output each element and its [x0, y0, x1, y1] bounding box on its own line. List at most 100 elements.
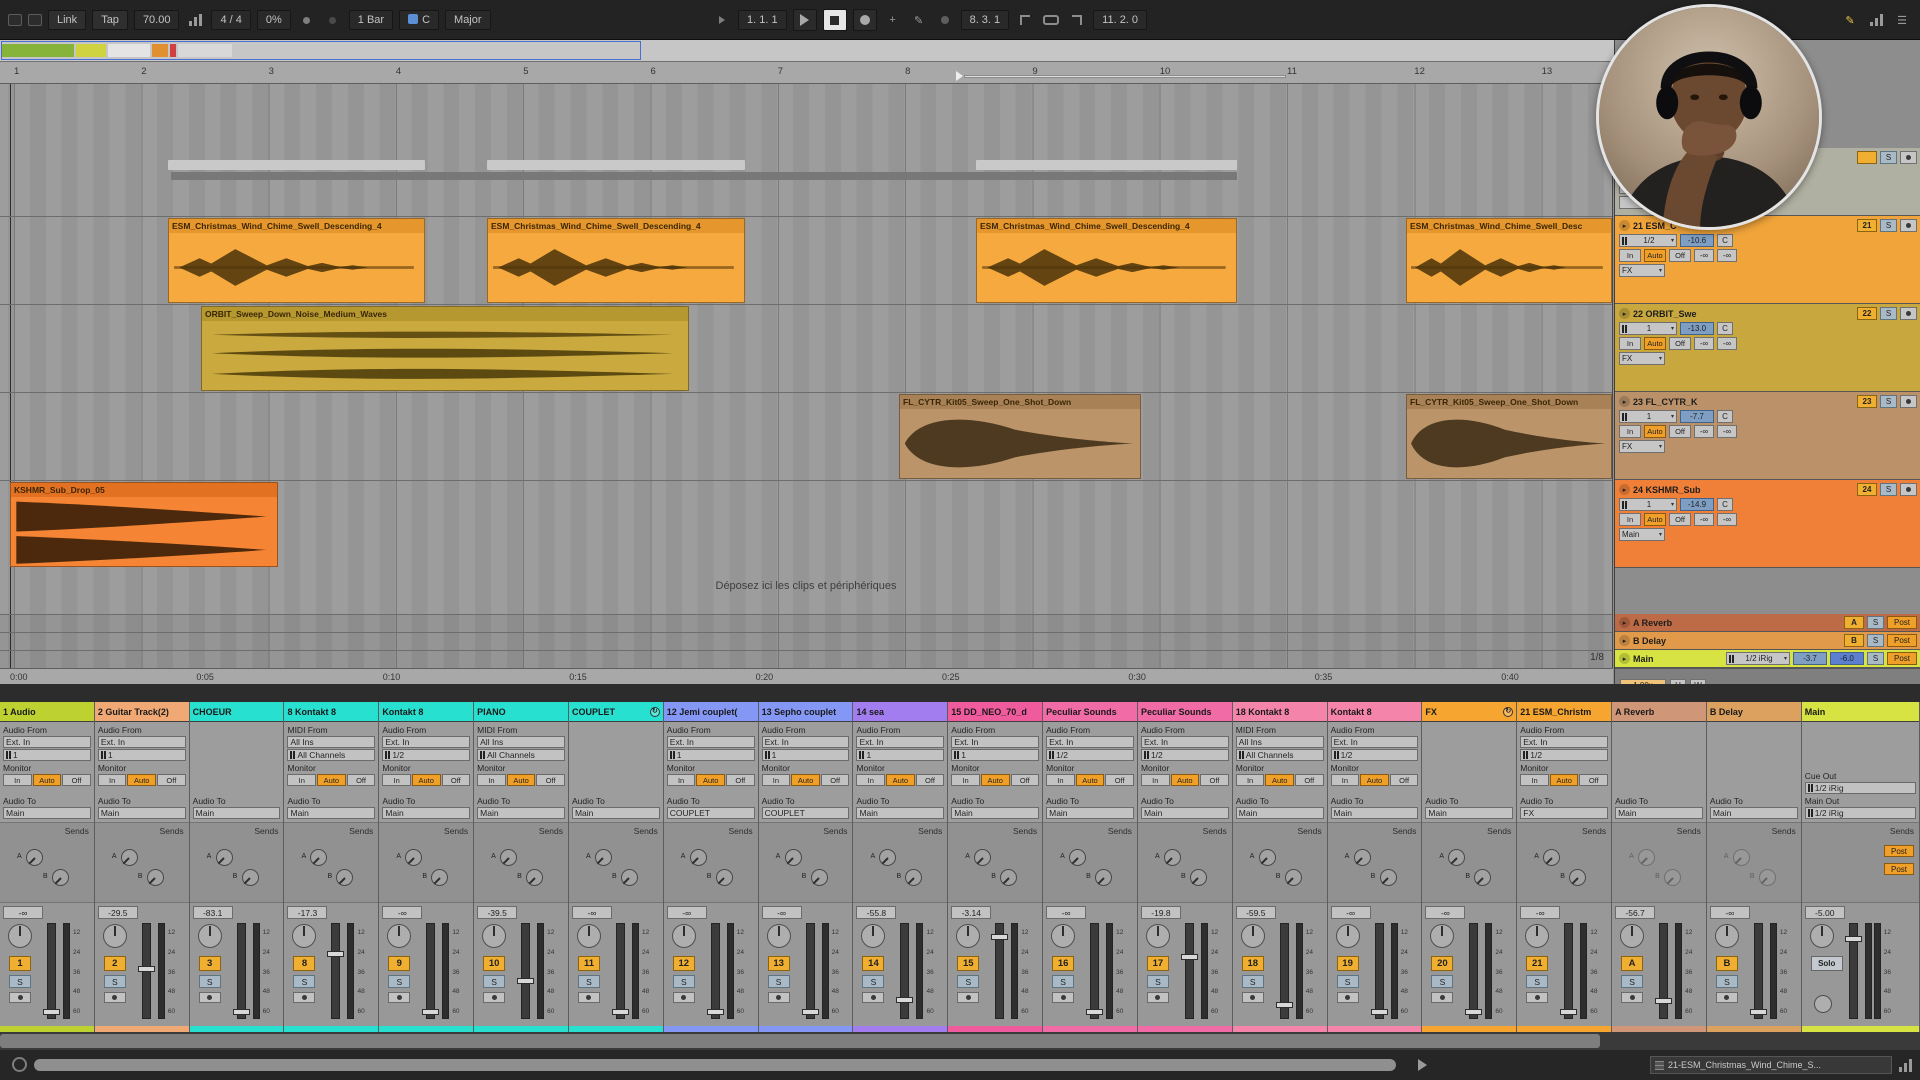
- send-a-knob[interactable]: A: [595, 849, 612, 866]
- track-activator-button[interactable]: A: [1621, 956, 1643, 971]
- solo-button[interactable]: S: [1880, 395, 1897, 408]
- main-track-header[interactable]: ▸Main1/2 iRig▾-3.7-6.0SPost: [1615, 650, 1920, 668]
- output-select[interactable]: Main: [856, 807, 944, 819]
- track-name-bar[interactable]: 14 sea: [853, 702, 947, 722]
- beat-time-ruler[interactable]: 12345678910111213: [0, 62, 1613, 84]
- monitor-off-button[interactable]: Off: [1669, 249, 1691, 262]
- collapsed-clip-segment[interactable]: [171, 172, 1237, 180]
- preview-play-icon[interactable]: [1418, 1059, 1427, 1071]
- track-lane[interactable]: ORBIT_Sweep_Down_Noise_Medium_Waves: [0, 304, 1612, 392]
- pan-knob[interactable]: [672, 924, 696, 948]
- input-select[interactable]: Ext. In: [951, 736, 1039, 748]
- arm-button[interactable]: [957, 992, 979, 1003]
- main-out-select[interactable]: 1/2 iRig: [1805, 807, 1916, 819]
- input-channel-select[interactable]: 1/2: [1331, 749, 1419, 761]
- send-b-knob[interactable]: B: [1095, 869, 1112, 886]
- monitor-auto-button[interactable]: Auto: [1171, 774, 1200, 786]
- track-activator-button[interactable]: 15: [957, 956, 979, 971]
- send-a-knob[interactable]: A: [1448, 849, 1465, 866]
- scrollbar-thumb[interactable]: [0, 1034, 1600, 1048]
- output-select[interactable]: Main: [1141, 807, 1229, 819]
- solo-button[interactable]: S: [483, 975, 505, 988]
- fader-handle[interactable]: [1181, 954, 1198, 960]
- output-select[interactable]: Main: [193, 807, 281, 819]
- volume-value-field[interactable]: -83.1: [193, 906, 233, 919]
- track-name-bar[interactable]: 2 Guitar Track(2): [95, 702, 189, 722]
- loop-button[interactable]: [1041, 11, 1061, 29]
- record-button[interactable]: [853, 9, 877, 31]
- send-b-knob[interactable]: B: [621, 869, 638, 886]
- arm-button[interactable]: [1900, 395, 1917, 408]
- pan-knob[interactable]: [1051, 924, 1075, 948]
- send-b-knob[interactable]: B: [1569, 869, 1586, 886]
- fader-handle[interactable]: [1750, 1009, 1767, 1015]
- pan-knob[interactable]: [767, 924, 791, 948]
- pan-field[interactable]: C: [1717, 498, 1733, 511]
- track-name-bar[interactable]: Kontakt 8: [379, 702, 473, 722]
- post-toggle-button[interactable]: Post: [1887, 634, 1917, 647]
- monitor-in-button[interactable]: In: [1046, 774, 1075, 786]
- monitor-off-button[interactable]: Off: [536, 774, 565, 786]
- send-b-knob[interactable]: B: [1380, 869, 1397, 886]
- monitor-in-button[interactable]: In: [1331, 774, 1360, 786]
- arrangement-scrollbar-thumb[interactable]: [34, 1059, 1396, 1071]
- automation-arm-button[interactable]: ✎: [909, 11, 929, 29]
- input-select[interactable]: Ext. In: [762, 736, 850, 748]
- fader-handle[interactable]: [1086, 1009, 1103, 1015]
- input-select[interactable]: Ext. In: [382, 736, 470, 748]
- monitor-in-button[interactable]: In: [1141, 774, 1170, 786]
- arm-button[interactable]: [1431, 992, 1453, 1003]
- post-b-button[interactable]: Post: [1884, 863, 1914, 875]
- output-select[interactable]: Main: [1710, 807, 1798, 819]
- track-name-bar[interactable]: 8 Kontakt 8: [284, 702, 378, 722]
- output-select[interactable]: Main: [572, 807, 660, 819]
- arm-button[interactable]: [1900, 219, 1917, 232]
- input-select[interactable]: All Ins: [477, 736, 565, 748]
- pan-knob[interactable]: [198, 924, 222, 948]
- arm-button[interactable]: [1900, 483, 1917, 496]
- send-b-knob[interactable]: B: [716, 869, 733, 886]
- volume-fader[interactable]: [237, 923, 246, 1019]
- post-a-button[interactable]: Post: [1884, 845, 1914, 857]
- solo-button[interactable]: S: [1880, 307, 1897, 320]
- output-select[interactable]: Main: [382, 807, 470, 819]
- send-a-knob[interactable]: A: [1354, 849, 1371, 866]
- volume-value-field[interactable]: -∞: [3, 906, 43, 919]
- track-name-bar[interactable]: 21 ESM_Christm: [1517, 702, 1611, 722]
- audio-clip[interactable]: KSHMR_Sub_Drop_05: [10, 482, 278, 567]
- track-lane[interactable]: KSHMR_Sub_Drop_05: [0, 480, 1612, 568]
- monitor-off-button[interactable]: Off: [1200, 774, 1229, 786]
- output-route-select[interactable]: FX▾: [1619, 440, 1665, 453]
- input-channel-select[interactable]: 1/2: [1046, 749, 1134, 761]
- send-a-knob[interactable]: A: [690, 849, 707, 866]
- solo-button[interactable]: S: [1880, 483, 1897, 496]
- output-route-select[interactable]: FX▾: [1619, 352, 1665, 365]
- volume-field[interactable]: -10.6: [1680, 234, 1714, 247]
- send-b-knob[interactable]: B: [905, 869, 922, 886]
- send-a-knob[interactable]: A: [121, 849, 138, 866]
- output-route-select[interactable]: FX▾: [1619, 264, 1665, 277]
- pan-knob[interactable]: [1241, 924, 1265, 948]
- track-name-bar[interactable]: A Reverb: [1612, 702, 1706, 722]
- monitor-off-button[interactable]: Off: [1579, 774, 1608, 786]
- input-channel-select[interactable]: 1/2: [382, 749, 470, 761]
- track-activator-button[interactable]: 11: [578, 956, 600, 971]
- arm-button[interactable]: [1337, 992, 1359, 1003]
- fold-arrow-icon[interactable]: ▸: [1619, 635, 1630, 646]
- time-signature-field[interactable]: 4 / 4: [211, 10, 250, 30]
- input-select[interactable]: Ext. In: [3, 736, 91, 748]
- volume-value-field[interactable]: -∞: [1520, 906, 1560, 919]
- arm-button[interactable]: [1147, 992, 1169, 1003]
- track-activator-button[interactable]: [1857, 151, 1877, 164]
- send-b-knob[interactable]: B: [147, 869, 164, 886]
- arrangement-grid[interactable]: ESM_Christmas_Wind_Chime_Swell_Descendin…: [0, 84, 1613, 668]
- output-channel-select[interactable]: 1/2▾: [1619, 234, 1677, 247]
- quantize-menu-icon[interactable]: [297, 11, 317, 29]
- output-select[interactable]: Main: [1615, 807, 1703, 819]
- monitor-in-button[interactable]: In: [477, 774, 506, 786]
- pan-knob[interactable]: [1715, 924, 1739, 948]
- input-channel-select[interactable]: 1: [856, 749, 944, 761]
- monitor-auto-button[interactable]: Auto: [127, 774, 156, 786]
- monitor-in-button[interactable]: In: [951, 774, 980, 786]
- arm-button[interactable]: [1716, 992, 1738, 1003]
